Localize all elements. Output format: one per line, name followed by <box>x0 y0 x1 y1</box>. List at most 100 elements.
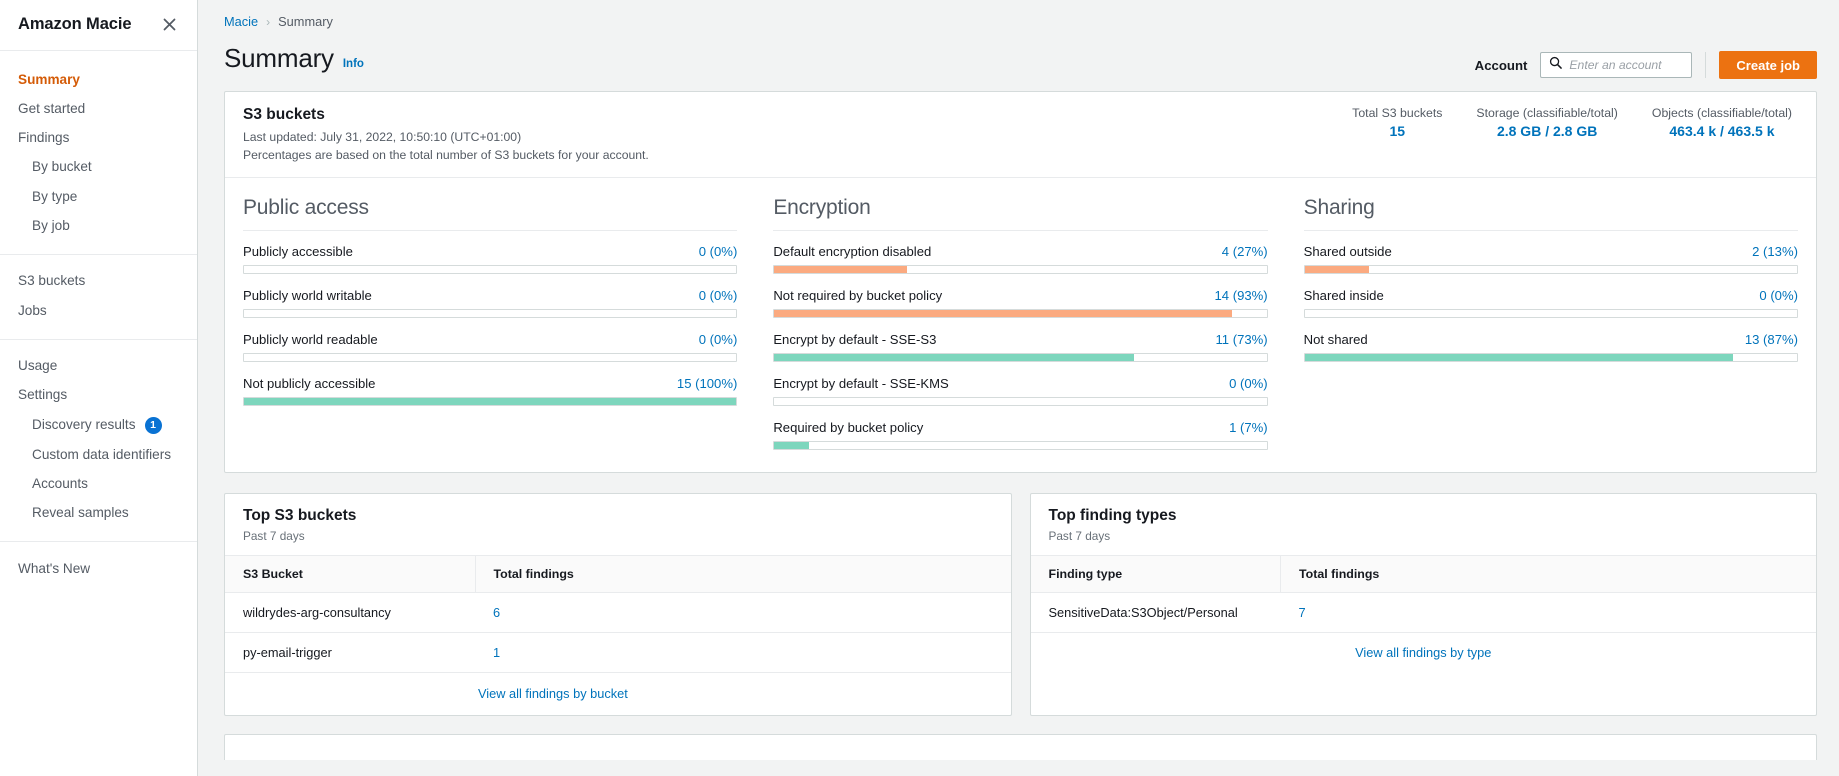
top-s3-buckets-table: S3 Bucket Total findings wildrydes-arg-c… <box>225 556 1011 674</box>
findings-count-link[interactable]: 1 <box>493 645 500 660</box>
metric-labels: Encrypt by default - SSE-S3 11 (73%) <box>773 332 1267 347</box>
metric-name: Publicly world readable <box>243 332 378 348</box>
findings-count-link[interactable]: 7 <box>1299 605 1306 620</box>
sidebar-item-label: Jobs <box>18 302 47 318</box>
sidebar-item-s3-buckets[interactable]: S3 buckets <box>0 267 197 296</box>
panel-divider <box>773 230 1268 232</box>
sidebar-item-get-started[interactable]: Get started <box>0 94 197 123</box>
metric-panel-title: Public access <box>243 196 369 220</box>
sidebar-item-discovery-results[interactable]: Discovery results 1 <box>0 410 197 440</box>
metric-name: Not shared <box>1303 332 1368 348</box>
breadcrumb-link-macie[interactable]: Macie <box>224 14 258 29</box>
metric-name: Not required by bucket policy <box>773 288 943 304</box>
sidebar-item-jobs[interactable]: Jobs <box>0 296 197 325</box>
sidebar-item-settings[interactable]: Settings <box>0 381 197 410</box>
sidebar-divider <box>0 541 197 543</box>
sidebar-item-by-bucket[interactable]: By bucket <box>0 153 197 182</box>
metric-value[interactable]: 0 (0%) <box>1229 376 1268 391</box>
sidebar-nav: Summary Get started Findings By bucket By ty… <box>0 51 197 583</box>
last-updated-text: Last updated: July 31, 2022, 10:50:10 (U… <box>243 130 522 144</box>
cell-name: py-email-trigger <box>225 632 475 674</box>
sidebar-item-label: Summary <box>18 71 80 87</box>
view-all-findings-by-type-link[interactable]: View all findings by type <box>1049 645 1799 660</box>
column-header-finding-type[interactable]: Finding type <box>1030 556 1281 594</box>
sidebar-item-findings[interactable]: Findings <box>0 124 197 153</box>
sidebar-item-what-s-new[interactable]: What's New <box>0 554 197 583</box>
metric-bar-fill <box>1304 266 1369 274</box>
metric-value[interactable]: 0 (0%) <box>699 288 738 303</box>
metric-bar-track <box>773 397 1268 407</box>
metric-labels: Not required by bucket policy 14 (93%) <box>773 288 1267 303</box>
metric-name: Encrypt by default - SSE-KMS <box>773 376 949 392</box>
metric-value[interactable]: 14 (93%) <box>1215 288 1268 303</box>
sidebar-title: Amazon Macie <box>18 14 132 33</box>
page-title: Summary <box>224 43 334 73</box>
metric-name: Publicly world writable <box>243 288 372 304</box>
metric-value[interactable]: 0 (0%) <box>699 332 738 347</box>
sidebar-item-summary[interactable]: Summary <box>0 65 197 94</box>
column-header-bucket[interactable]: S3 Bucket <box>225 556 475 594</box>
stat-value[interactable]: 463.4 k / 463.5 k <box>1652 123 1792 139</box>
create-job-button[interactable]: Create job <box>1719 51 1817 79</box>
stat-item: Total S3 buckets 15 <box>1352 106 1442 139</box>
metric-bar-track <box>243 265 738 275</box>
next-card-stub <box>224 734 1817 761</box>
metric-value[interactable]: 13 (87%) <box>1745 332 1798 347</box>
sidebar-item-label: Discovery results <box>32 416 136 432</box>
metric-labels: Encrypt by default - SSE-KMS 0 (0%) <box>773 376 1267 391</box>
metric-bar-track <box>773 309 1268 319</box>
breadcrumb-current: Summary <box>278 14 333 29</box>
metric-labels: Publicly world writable 0 (0%) <box>243 288 737 303</box>
metric-name: Publicly accessible <box>243 244 353 260</box>
metric-bar-track <box>1303 353 1798 363</box>
stat-item: Storage (classifiable/total) 2.8 GB / 2.8… <box>1476 106 1617 139</box>
top-s3-buckets-footer: View all findings by bucket <box>225 673 1011 715</box>
metric-value[interactable]: 0 (0%) <box>1759 288 1798 303</box>
info-link[interactable]: Info <box>343 58 364 70</box>
metric-value[interactable]: 2 (13%) <box>1752 244 1798 259</box>
sidebar-item-custom-data-identifiers[interactable]: Custom data identifiers <box>0 440 197 469</box>
findings-count-link[interactable]: 6 <box>493 605 500 620</box>
metric-panel-sharing: Sharing Shared outside 2 (13%) Shared insid… <box>1286 196 1798 450</box>
cell-name: wildrydes-arg-consultancy <box>225 592 475 634</box>
metric-bar-track <box>243 309 738 319</box>
column-header-findings[interactable]: Total findings <box>474 556 1011 594</box>
metric-name: Encrypt by default - SSE-S3 <box>773 332 937 348</box>
sidebar-divider <box>0 338 197 340</box>
metric-bar-track <box>1303 309 1798 319</box>
top-finding-types-table: Finding type Total findings SensitiveDat… <box>1030 556 1816 634</box>
view-all-findings-by-bucket-link[interactable]: View all findings by bucket <box>478 686 628 701</box>
sidebar-item-label: Accounts <box>32 475 88 491</box>
sidebar-item-accounts[interactable]: Accounts <box>0 469 197 498</box>
panel-divider <box>243 230 738 232</box>
metric-bar-fill <box>774 266 908 274</box>
sidebar-item-by-job[interactable]: By job <box>0 212 197 241</box>
stat-label: Objects (classifiable/total) <box>1651 106 1792 120</box>
account-search-box[interactable] <box>1540 52 1693 78</box>
metric-value[interactable]: 11 (73%) <box>1215 332 1267 347</box>
close-icon[interactable] <box>159 14 179 34</box>
metric-value[interactable]: 0 (0%) <box>699 244 738 259</box>
sidebar-item-label: What's New <box>18 560 91 576</box>
metric-value[interactable]: 15 (100%) <box>677 376 737 391</box>
metric-value[interactable]: 4 (27%) <box>1222 244 1268 259</box>
sidebar-item-reveal-samples[interactable]: Reveal samples <box>0 499 197 528</box>
chevron-right-icon: › <box>266 14 271 29</box>
metric-bar-fill <box>774 354 1134 362</box>
sidebar: Amazon Macie Summary Get started Findings B… <box>0 0 198 776</box>
sidebar-item-label: Usage <box>18 358 58 373</box>
stat-value[interactable]: 2.8 GB / 2.8 GB <box>1476 123 1617 139</box>
sidebar-item-by-type[interactable]: By type <box>0 182 197 211</box>
sidebar-item-usage[interactable]: Usage <box>0 352 197 381</box>
metric-value[interactable]: 1 (7%) <box>1229 420 1268 435</box>
top-finding-types-title: Top finding types <box>1048 507 1177 525</box>
table-row: SensitiveData:S3Object/Personal 7 <box>1030 592 1816 634</box>
metric-bar-track <box>773 441 1268 451</box>
macie-console: Amazon Macie Summary Get started Findings B… <box>0 0 1839 776</box>
stat-value[interactable]: 15 <box>1352 123 1442 139</box>
metric-name: Not publicly accessible <box>243 376 376 392</box>
metric-name: Default encryption disabled <box>773 244 932 260</box>
column-header-findings[interactable]: Total findings <box>1280 556 1816 594</box>
account-search-input[interactable] <box>1569 58 1684 72</box>
metric-bar-track <box>243 353 738 363</box>
